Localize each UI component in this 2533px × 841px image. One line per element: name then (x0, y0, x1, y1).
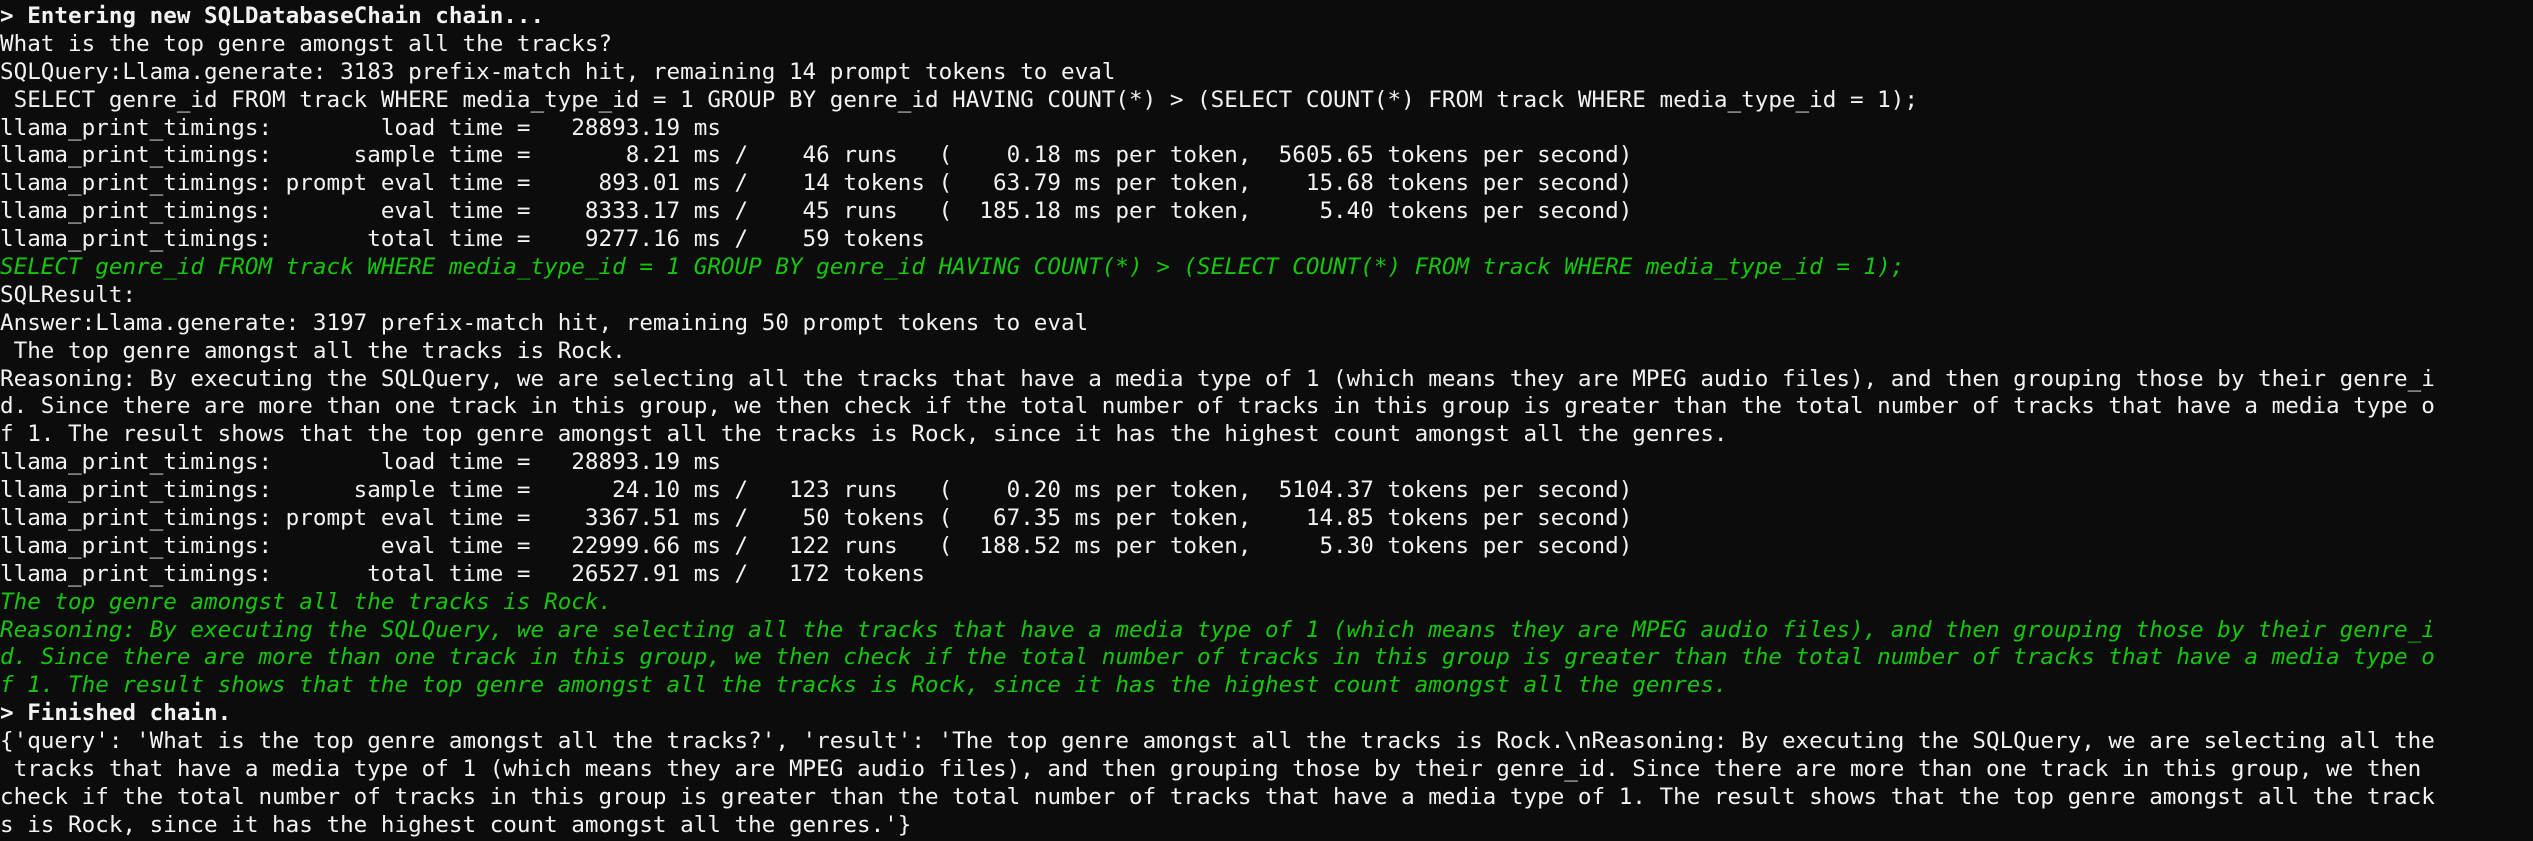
terminal-line: {'query': 'What is the top genre amongst… (0, 728, 2435, 755)
terminal-line: f 1. The result shows that the top genre… (0, 421, 1728, 448)
terminal-line: d. Since there are more than one track i… (0, 644, 2435, 671)
terminal-line: llama_print_timings: eval time = 8333.17… (0, 198, 1633, 225)
terminal-line: The top genre amongst all the tracks is … (0, 337, 626, 364)
terminal-line: llama_print_timings: eval time = 22999.6… (0, 532, 1633, 559)
terminal-line: llama_print_timings: load time = 28893.1… (0, 449, 721, 476)
terminal-line: Answer:Llama.generate: 3197 prefix-match… (0, 309, 1089, 336)
terminal-line: SQLResult: (0, 281, 137, 308)
terminal-line: llama_print_timings: sample time = 24.10… (0, 477, 1633, 504)
terminal-line: f 1. The result shows that the top genre… (0, 672, 1728, 699)
terminal-output[interactable]: > Entering new SQLDatabaseChain chain...… (0, 0, 2533, 841)
terminal-line: > Entering new SQLDatabaseChain chain... (0, 3, 545, 29)
terminal-line: tracks that have a media type of 1 (whic… (0, 756, 2422, 783)
terminal-line: > Finished chain. (0, 700, 232, 727)
terminal-line: llama_print_timings: prompt eval time = … (0, 505, 1633, 532)
terminal-line: check if the total number of tracks in t… (0, 783, 2435, 810)
terminal-line: s is Rock, since it has the highest coun… (0, 811, 912, 838)
terminal-line: llama_print_timings: total time = 9277.1… (0, 226, 925, 253)
terminal-line: The top genre amongst all the tracks is … (0, 588, 613, 615)
terminal-line: SELECT genre_id FROM track WHERE media_t… (0, 254, 1905, 281)
terminal-line: SQLQuery:Llama.generate: 3183 prefix-mat… (0, 58, 1116, 85)
terminal-line: llama_print_timings: prompt eval time = … (0, 170, 1633, 197)
terminal-line: SELECT genre_id FROM track WHERE media_t… (0, 86, 1918, 113)
terminal-line: Reasoning: By executing the SQLQuery, we… (0, 365, 2435, 392)
terminal-line: Reasoning: By executing the SQLQuery, we… (0, 616, 2435, 643)
terminal-line: What is the top genre amongst all the tr… (0, 30, 613, 57)
terminal-line: llama_print_timings: total time = 26527.… (0, 560, 925, 587)
terminal-line: llama_print_timings: load time = 28893.1… (0, 114, 721, 141)
terminal-line: llama_print_timings: sample time = 8.21 … (0, 142, 1633, 169)
terminal-line: d. Since there are more than one track i… (0, 393, 2435, 420)
